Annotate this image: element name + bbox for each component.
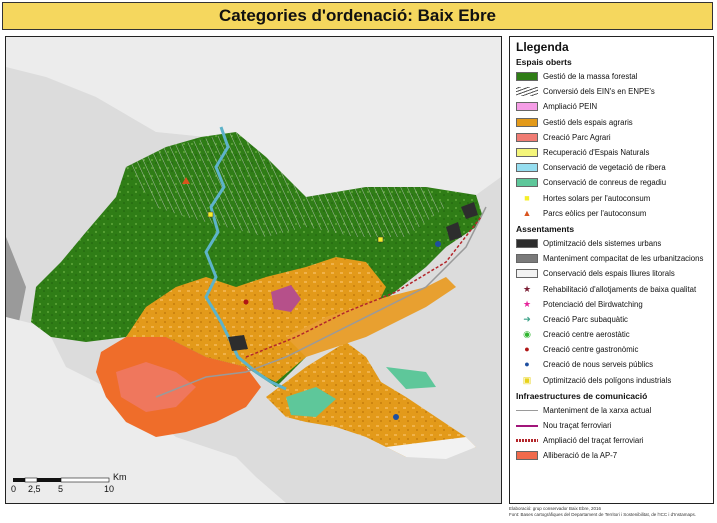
legend-item-label: Potenciació del Birdwatching bbox=[543, 299, 643, 309]
solar-garden-symbol[interactable] bbox=[207, 211, 214, 218]
legend-item-label: Conservació de vegetació de ribera bbox=[543, 163, 666, 173]
map-frame[interactable] bbox=[5, 36, 502, 504]
legend-item-label: Conversió dels EIN's en ENPE's bbox=[543, 87, 655, 97]
legend-item: ■ Hortes solars per l'autoconsum bbox=[516, 191, 707, 206]
legend-line-swatch bbox=[516, 406, 538, 415]
legend-item-label: Manteniment de la xarxa actual bbox=[543, 405, 652, 415]
map-title: Categories d'ordenació: Baix Ebre bbox=[218, 6, 497, 25]
triangle-icon: ▲ bbox=[522, 207, 532, 218]
legend-item-label: Creació de nous serveis públics bbox=[543, 360, 654, 370]
legend-item-label: Ampliació del traçat ferroviari bbox=[543, 436, 644, 446]
legend-item-label: Alliberació de la AP-7 bbox=[543, 451, 618, 461]
legend-hatch-swatch bbox=[516, 87, 538, 97]
title-bar: Categories d'ordenació: Baix Ebre bbox=[2, 2, 713, 30]
ring-icon: ◉ bbox=[523, 329, 531, 340]
solar-garden-symbol-2[interactable] bbox=[377, 236, 384, 243]
scale-tick-3: 10 bbox=[104, 484, 115, 494]
scale-tick-1: 2,5 bbox=[28, 484, 41, 494]
legend-line-swatch bbox=[516, 421, 538, 430]
legend-body: Espais oberts Gestió de la massa forestal… bbox=[516, 57, 707, 464]
legend-item-label: Hortes solars per l'autoconsum bbox=[543, 193, 651, 203]
legend-item: Manteniment de la xarxa actual bbox=[516, 403, 707, 418]
legend-item-label: Gestió de la massa forestal bbox=[543, 72, 638, 82]
circle-icon: ● bbox=[524, 344, 530, 355]
legend-swatch bbox=[516, 117, 538, 127]
legend-section-heading: Espais oberts bbox=[516, 57, 572, 67]
legend-item: Recuperació d'Espais Naturals bbox=[516, 145, 707, 160]
legend-item-label: Creació centre gastronòmic bbox=[543, 345, 639, 355]
gastronomic-center-symbol[interactable] bbox=[243, 299, 249, 305]
legend-item: ➜ Creació Parc subaquàtic bbox=[516, 312, 707, 327]
legend-item-label: Optimització dels sistemes urbans bbox=[543, 238, 662, 248]
star-icon: ★ bbox=[522, 298, 532, 309]
legend-item: Alliberació de la AP-7 bbox=[516, 448, 707, 463]
legend-line-swatch bbox=[516, 436, 538, 445]
legend-item-label: Conservació dels espais lliures litorals bbox=[543, 269, 675, 279]
legend-item-label: Rehabilitació d'allotjaments de baixa qu… bbox=[543, 284, 697, 294]
legend-item: ▲ Parcs eòlics per l'autoconsum bbox=[516, 206, 707, 221]
legend-section-heading: Infraestructures de comunicació bbox=[516, 390, 648, 401]
legend-swatch bbox=[516, 269, 538, 279]
fish-icon: ➜ bbox=[523, 313, 531, 324]
square-icon: ■ bbox=[524, 192, 530, 203]
legend-item-label: Creació Parc Agrari bbox=[543, 132, 611, 142]
scale-unit: Km bbox=[113, 472, 127, 482]
legend-item: ● Creació centre gastronòmic bbox=[516, 342, 707, 357]
scale-bar: Km 0 2,5 5 10 bbox=[9, 470, 129, 500]
legend-swatch bbox=[516, 102, 538, 112]
legend-item: ★ Rehabilitació d'allotjaments de baixa q… bbox=[516, 281, 707, 296]
legend-item: Conservació de vegetació de ribera bbox=[516, 160, 707, 175]
legend-swatch bbox=[516, 178, 538, 188]
legend-swatch bbox=[516, 132, 538, 142]
legend-item-label: Ampliació PEIN bbox=[543, 102, 598, 112]
legend-item-label: Recuperació d'Espais Naturals bbox=[543, 148, 650, 158]
scale-tick-2: 5 bbox=[58, 484, 64, 494]
legend-item-label: Creació centre aerostàtic bbox=[543, 330, 630, 340]
public-service-symbol[interactable] bbox=[435, 241, 441, 247]
legend-item: Nou traçat ferroviari bbox=[516, 418, 707, 433]
legend-item: ◉ Creació centre aerostàtic bbox=[516, 327, 707, 342]
legend-item: Conservació dels espais lliures litorals bbox=[516, 266, 707, 281]
legend-heading: Llegenda bbox=[516, 40, 569, 54]
legend-item: Gestió dels espais agraris bbox=[516, 115, 707, 130]
square-dot-icon: ▣ bbox=[522, 374, 532, 385]
legend-item: Conservació de conreus de regadiu bbox=[516, 175, 707, 190]
legend-item: ★ Potenciació del Birdwatching bbox=[516, 297, 707, 312]
legend-item-label: Conservació de conreus de regadiu bbox=[543, 178, 667, 188]
legend-item-label: Creació Parc subaquàtic bbox=[543, 314, 628, 324]
legend-item-label: Gestió dels espais agraris bbox=[543, 117, 633, 127]
credits: Elaboració: grup conservador Baix Ebre, … bbox=[509, 506, 715, 517]
legend-swatch bbox=[516, 254, 538, 264]
legend-swatch bbox=[516, 148, 538, 158]
legend-item-label: Optimització dels polígons industrials bbox=[543, 375, 672, 385]
legend-item: Ampliació del traçat ferroviari bbox=[516, 433, 707, 448]
legend-item: Conversió dels EIN's en ENPE's bbox=[516, 84, 707, 99]
legend-item: Creació Parc Agrari bbox=[516, 130, 707, 145]
legend-item: Manteniment compacitat de les urbanitzac… bbox=[516, 251, 707, 266]
legend-item-label: Parcs eòlics per l'autoconsum bbox=[543, 208, 647, 218]
map-svg[interactable] bbox=[6, 37, 501, 503]
credit-line-2: Font: Bases cartogràfiques del Departame… bbox=[509, 511, 696, 517]
legend-item: ▣ Optimització dels polígons industrials bbox=[516, 373, 707, 388]
legend-panel: Llegenda Espais oberts Gestió de la massa… bbox=[509, 36, 714, 504]
legend-item: Gestió de la massa forestal bbox=[516, 69, 707, 84]
legend-item: Optimització dels sistemes urbans bbox=[516, 236, 707, 251]
legend-item-label: Nou traçat ferroviari bbox=[543, 421, 612, 431]
legend-swatch bbox=[516, 238, 538, 248]
legend-item-label: Manteniment compacitat de les urbanitzac… bbox=[543, 254, 704, 264]
legend-swatch bbox=[516, 163, 538, 173]
star-icon: ★ bbox=[522, 283, 532, 294]
legend-swatch bbox=[516, 72, 538, 82]
legend-swatch bbox=[516, 451, 538, 461]
legend-item: ● Creació de nous serveis públics bbox=[516, 357, 707, 372]
legend-item: Ampliació PEIN bbox=[516, 99, 707, 114]
public-service-symbol-2[interactable] bbox=[393, 414, 399, 420]
legend-section-heading: Assentaments bbox=[516, 223, 575, 234]
circle-icon: ● bbox=[524, 359, 530, 370]
scale-tick-0: 0 bbox=[11, 484, 17, 494]
